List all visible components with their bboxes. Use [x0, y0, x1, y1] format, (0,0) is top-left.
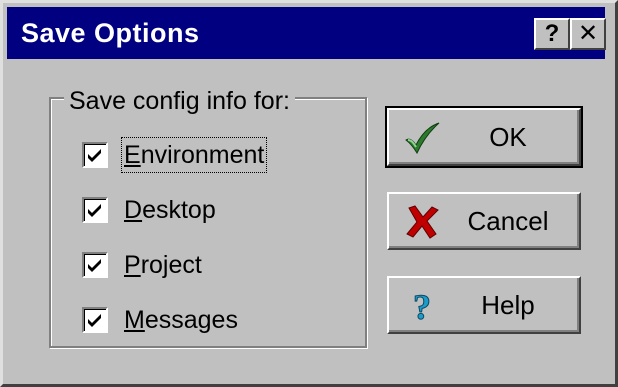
desktop-label[interactable]: Desktop	[124, 195, 216, 225]
checkmark-glyph-icon	[88, 259, 101, 272]
checkmark-glyph-icon	[88, 314, 101, 327]
checkmark-glyph-icon	[88, 204, 101, 217]
environment-checkbox[interactable]	[82, 142, 108, 168]
checkmark-glyph-icon	[88, 149, 101, 162]
groupbox-legend: Save config info for:	[64, 88, 295, 114]
cancel-button-label: Cancel	[467, 206, 549, 236]
dialog-title: Save Options	[21, 18, 200, 48]
close-button[interactable]: ✕	[570, 18, 606, 50]
question-icon: ?	[544, 20, 560, 47]
desktop-checkbox[interactable]	[82, 197, 108, 223]
help-button-label: Help	[481, 290, 535, 320]
help-button[interactable]: ? Help	[387, 276, 581, 334]
project-label[interactable]: Project	[124, 250, 202, 280]
ok-button[interactable]: OK	[385, 106, 583, 168]
environment-label[interactable]: Environment	[120, 137, 268, 173]
checkmark-icon	[405, 122, 440, 155]
red-x-icon	[406, 205, 439, 239]
svg-text:?: ?	[413, 288, 431, 324]
help-title-button[interactable]: ?	[534, 18, 570, 50]
cancel-button[interactable]: Cancel	[387, 192, 581, 250]
close-icon: ✕	[577, 20, 599, 47]
project-checkbox[interactable]	[82, 252, 108, 278]
ok-button-label: OK	[489, 122, 527, 152]
messages-label[interactable]: Messages	[124, 305, 238, 335]
title-bar[interactable]: Save Options ? ✕	[7, 7, 606, 59]
messages-checkbox[interactable]	[82, 307, 108, 333]
question-mark-icon: ?	[413, 288, 432, 324]
